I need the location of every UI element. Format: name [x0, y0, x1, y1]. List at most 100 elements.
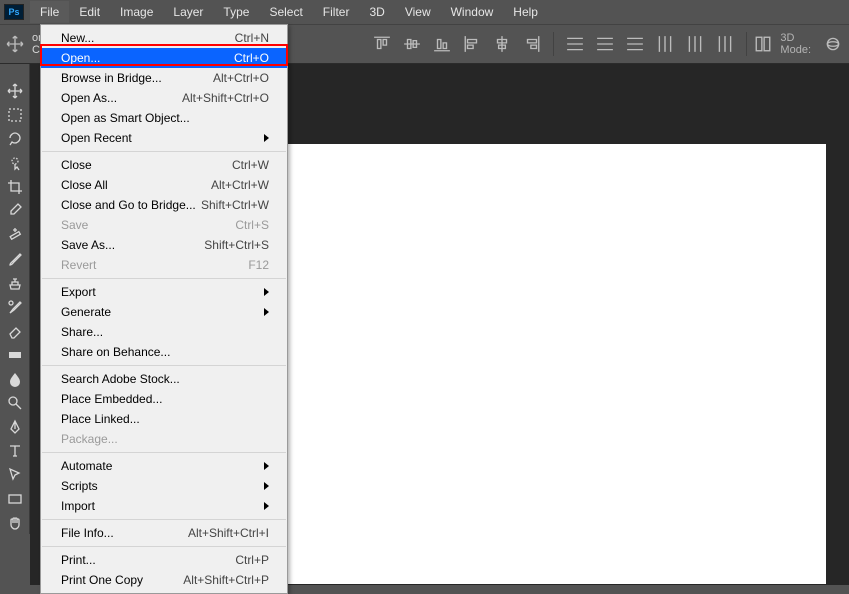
menu-item-share[interactable]: Share...: [41, 322, 287, 342]
menu-item-revert: Revert F12: [41, 255, 287, 275]
menu-type[interactable]: Type: [213, 1, 259, 23]
align-left-icon[interactable]: [459, 31, 485, 57]
menu-edit[interactable]: Edit: [69, 1, 110, 23]
align-right-icon[interactable]: [519, 31, 545, 57]
menu-item-browse-bridge[interactable]: Browse in Bridge... Alt+Ctrl+O: [41, 68, 287, 88]
menu-3d[interactable]: 3D: [359, 1, 394, 23]
auto-align-icon[interactable]: [754, 31, 772, 57]
distribute-vcenter-icon[interactable]: [592, 31, 618, 57]
menu-item-close[interactable]: Close Ctrl+W: [41, 155, 287, 175]
menu-item-shortcut: Ctrl+S: [235, 218, 269, 232]
marquee-tool-icon[interactable]: [3, 104, 27, 126]
crop-tool-icon[interactable]: [3, 176, 27, 198]
menu-item-close-bridge[interactable]: Close and Go to Bridge... Shift+Ctrl+W: [41, 195, 287, 215]
rectangle-tool-icon[interactable]: [3, 488, 27, 510]
menu-item-label: Browse in Bridge...: [61, 71, 162, 85]
menu-image[interactable]: Image: [110, 1, 163, 23]
gradient-tool-icon[interactable]: [3, 344, 27, 366]
quick-select-tool-icon[interactable]: [3, 152, 27, 174]
distribute-left-icon[interactable]: [652, 31, 678, 57]
menu-item-label: Open Recent: [61, 131, 132, 145]
menu-item-shortcut: Ctrl+N: [235, 31, 269, 45]
menu-item-place-embedded[interactable]: Place Embedded...: [41, 389, 287, 409]
menu-item-open-as[interactable]: Open As... Alt+Shift+Ctrl+O: [41, 88, 287, 108]
menu-item-print[interactable]: Print... Ctrl+P: [41, 550, 287, 570]
menu-select[interactable]: Select: [259, 1, 312, 23]
menu-item-file-info[interactable]: File Info... Alt+Shift+Ctrl+I: [41, 523, 287, 543]
dodge-tool-icon[interactable]: [3, 392, 27, 414]
menu-item-label: Share...: [61, 325, 103, 339]
menu-item-import[interactable]: Import: [41, 496, 287, 516]
menu-item-label: Export: [61, 285, 96, 299]
menu-item-close-all[interactable]: Close All Alt+Ctrl+W: [41, 175, 287, 195]
menu-item-shortcut: Ctrl+W: [232, 158, 269, 172]
distribute-right-icon[interactable]: [712, 31, 738, 57]
submenu-arrow-icon: [264, 482, 269, 490]
menu-item-label: Open...: [61, 51, 100, 65]
3d-mode-group: 3D Mode:: [780, 31, 843, 57]
submenu-arrow-icon: [264, 134, 269, 142]
menubar: Ps File Edit Image Layer Type Select Fil…: [0, 0, 849, 24]
path-select-tool-icon[interactable]: [3, 464, 27, 486]
menu-item-label: Share on Behance...: [61, 345, 170, 359]
menu-separator: [42, 546, 286, 547]
distribute-top-icon[interactable]: [562, 31, 588, 57]
menu-item-shortcut: Shift+Ctrl+S: [204, 238, 269, 252]
clone-stamp-tool-icon[interactable]: [3, 272, 27, 294]
menu-item-label: Save: [61, 218, 88, 232]
menu-item-label: Close All: [61, 178, 108, 192]
menu-item-automate[interactable]: Automate: [41, 456, 287, 476]
move-tool-indicator-icon: [6, 31, 24, 57]
menu-layer[interactable]: Layer: [163, 1, 213, 23]
align-hcenter-icon[interactable]: [489, 31, 515, 57]
menu-item-print-one[interactable]: Print One Copy Alt+Shift+Ctrl+P: [41, 570, 287, 590]
menu-file[interactable]: File: [30, 1, 69, 23]
menu-item-shortcut: F12: [248, 258, 269, 272]
menu-filter[interactable]: Filter: [313, 1, 360, 23]
menu-item-save-as[interactable]: Save As... Shift+Ctrl+S: [41, 235, 287, 255]
eyedropper-tool-icon[interactable]: [3, 200, 27, 222]
menu-view[interactable]: View: [395, 1, 441, 23]
lasso-tool-icon[interactable]: [3, 128, 27, 150]
app-logo: Ps: [4, 4, 24, 20]
menu-item-export[interactable]: Export: [41, 282, 287, 302]
menu-item-scripts[interactable]: Scripts: [41, 476, 287, 496]
menu-item-open-recent[interactable]: Open Recent: [41, 128, 287, 148]
pen-tool-icon[interactable]: [3, 416, 27, 438]
menu-help[interactable]: Help: [503, 1, 548, 23]
align-bottom-icon[interactable]: [429, 31, 455, 57]
healing-brush-tool-icon[interactable]: [3, 224, 27, 246]
menu-item-label: Place Linked...: [61, 412, 140, 426]
3d-orbit-icon[interactable]: [823, 31, 843, 57]
distribute-hcenter-icon[interactable]: [682, 31, 708, 57]
menu-item-save: Save Ctrl+S: [41, 215, 287, 235]
menu-item-share-behance[interactable]: Share on Behance...: [41, 342, 287, 362]
history-brush-tool-icon[interactable]: [3, 296, 27, 318]
menu-item-open[interactable]: Open... Ctrl+O: [41, 48, 287, 68]
menu-item-place-linked[interactable]: Place Linked...: [41, 409, 287, 429]
align-vcenter-icon[interactable]: [399, 31, 425, 57]
eraser-tool-icon[interactable]: [3, 320, 27, 342]
menu-item-new[interactable]: New... Ctrl+N: [41, 28, 287, 48]
type-tool-icon[interactable]: [3, 440, 27, 462]
move-tool-icon[interactable]: [3, 80, 27, 102]
menu-item-label: Generate: [61, 305, 111, 319]
hand-tool-icon[interactable]: [3, 512, 27, 534]
menu-item-generate[interactable]: Generate: [41, 302, 287, 322]
3d-mode-label: 3D Mode:: [780, 32, 817, 56]
menu-separator: [42, 519, 286, 520]
menu-item-open-smart[interactable]: Open as Smart Object...: [41, 108, 287, 128]
menu-item-search-stock[interactable]: Search Adobe Stock...: [41, 369, 287, 389]
menu-item-label: Package...: [61, 432, 118, 446]
menu-item-label: Automate: [61, 459, 112, 473]
align-top-icon[interactable]: [369, 31, 395, 57]
submenu-arrow-icon: [264, 462, 269, 470]
menu-separator: [42, 365, 286, 366]
menu-item-label: Open As...: [61, 91, 117, 105]
distribute-bottom-icon[interactable]: [622, 31, 648, 57]
menu-item-label: Save As...: [61, 238, 115, 252]
brush-tool-icon[interactable]: [3, 248, 27, 270]
menu-item-shortcut: Ctrl+P: [235, 553, 269, 567]
blur-tool-icon[interactable]: [3, 368, 27, 390]
menu-window[interactable]: Window: [441, 1, 504, 23]
